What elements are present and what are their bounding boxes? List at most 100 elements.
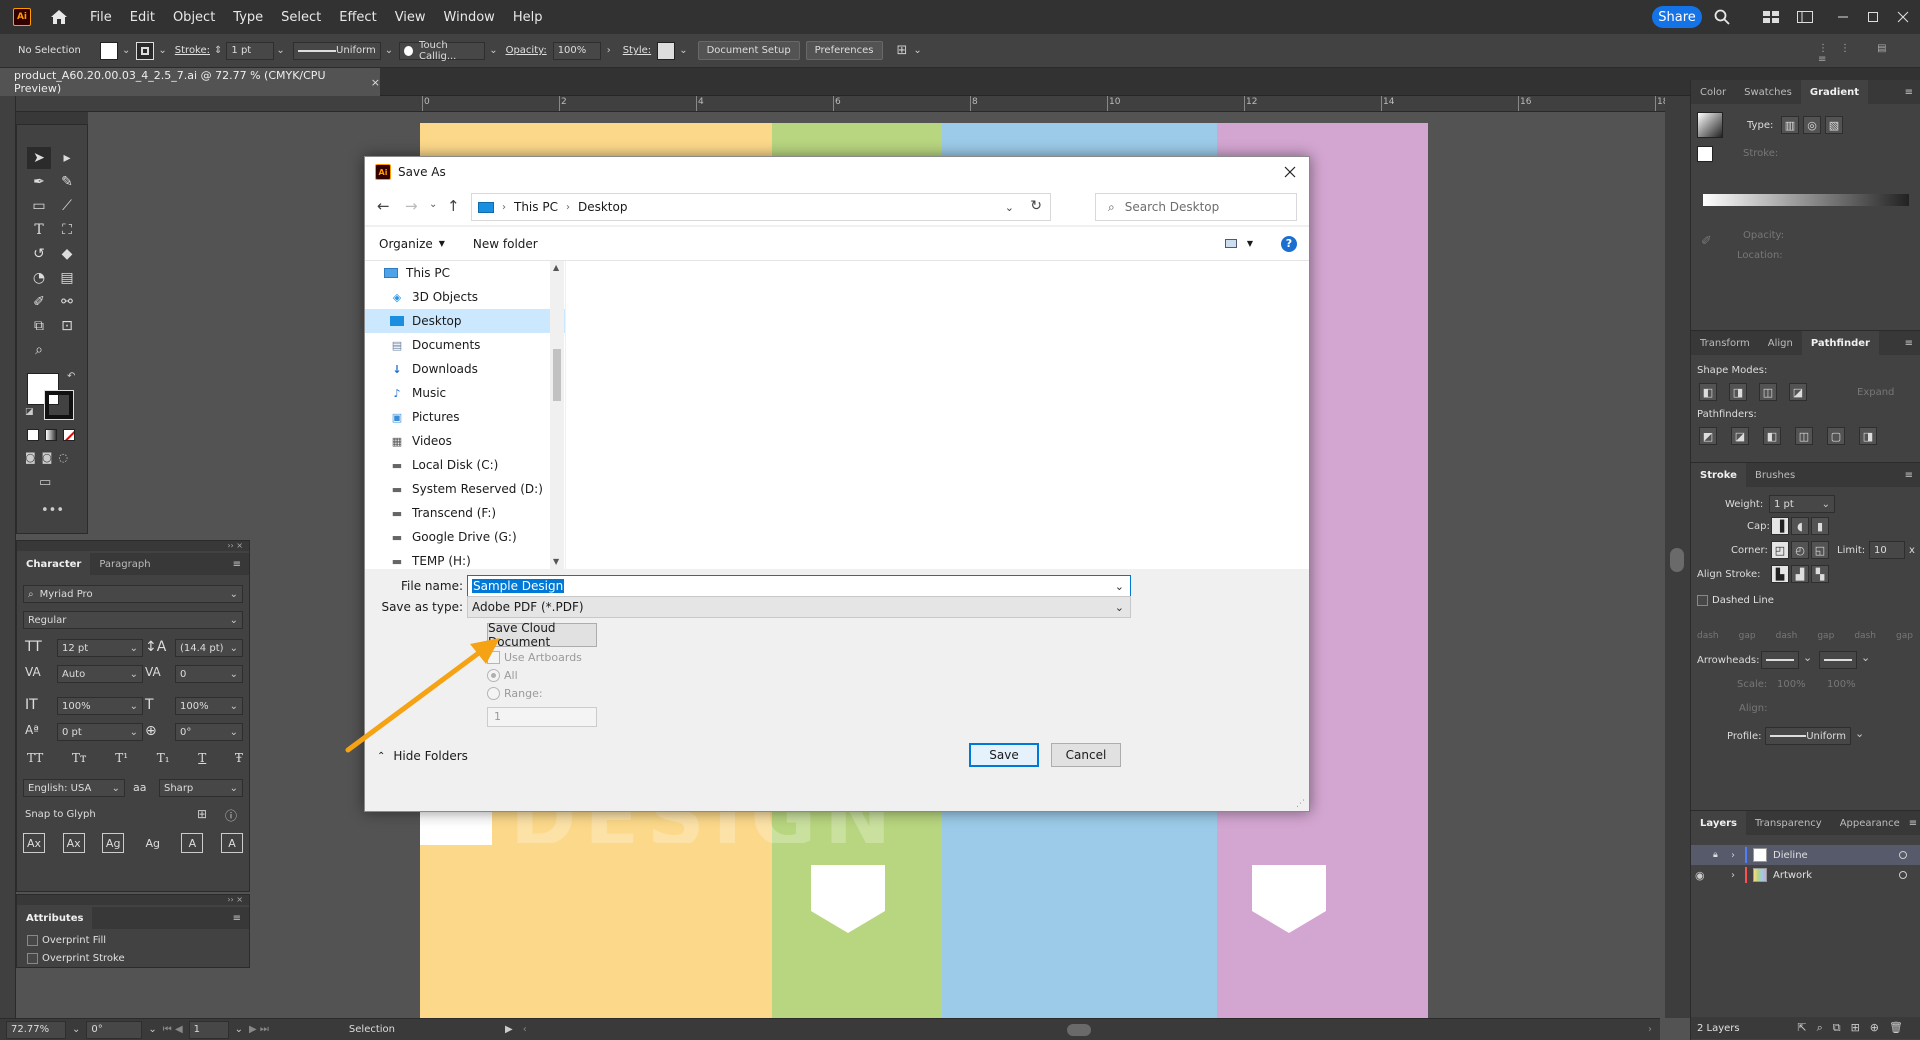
chevron-down-icon[interactable]: ⌄ xyxy=(913,45,921,56)
kerning-input[interactable]: Auto ⌄ xyxy=(57,665,143,683)
scroll-thumb[interactable] xyxy=(1670,548,1684,572)
tab-gradient[interactable]: Gradient xyxy=(1800,80,1869,104)
document-setup-button[interactable]: Document Setup xyxy=(697,41,800,60)
info-icon[interactable]: ⓘ xyxy=(225,807,237,824)
all-caps-button[interactable]: TT xyxy=(27,751,43,765)
layer-action-icons[interactable]: ⇱⌕⧉⊞⊕🗑︎ xyxy=(1797,1021,1913,1035)
scroll-left-icon[interactable]: ‹ xyxy=(523,1024,527,1035)
tab-paragraph[interactable]: Paragraph xyxy=(90,553,159,575)
menu-view[interactable]: View xyxy=(386,10,435,25)
chevron-right-icon[interactable]: › xyxy=(607,45,611,56)
nav-item-transcend-f[interactable]: ▬ Transcend (F:) xyxy=(365,501,565,525)
arrange-documents-icon[interactable] xyxy=(1762,8,1780,26)
tab-character[interactable]: Character xyxy=(17,553,91,575)
status-menu-icon[interactable]: ▶ xyxy=(505,1024,513,1035)
font-family-select[interactable]: ⌕ Myriad Pro ⌄ xyxy=(23,585,243,603)
nav-item-documents[interactable]: ▤ Documents xyxy=(365,333,565,357)
graphic-style-swatch[interactable] xyxy=(657,41,676,60)
home-icon[interactable] xyxy=(49,7,69,27)
rectangle-tool-icon[interactable]: ▭ xyxy=(27,195,51,217)
character-rotation-input[interactable]: 0° ⌄ xyxy=(175,723,243,741)
chevron-down-icon[interactable]: ⌄ xyxy=(1115,580,1124,593)
menu-window[interactable]: Window xyxy=(435,10,504,25)
fill-swatch[interactable] xyxy=(100,41,118,60)
dashed-line-row[interactable]: Dashed Line xyxy=(1697,595,1774,606)
default-colors-icon[interactable]: ◪ xyxy=(25,407,34,417)
none-mode-icon[interactable] xyxy=(63,429,75,441)
overprint-fill-checkbox[interactable] xyxy=(27,935,38,946)
stepper-icon[interactable]: ⇕ xyxy=(214,45,222,56)
refresh-icon[interactable]: ↻ xyxy=(1030,198,1042,214)
panel-menu-icon[interactable]: ≡ xyxy=(1905,80,1913,104)
tab-appearance[interactable]: Appearance xyxy=(1831,811,1909,835)
organize-button[interactable]: Organize ▼ xyxy=(379,237,445,251)
file-name-input[interactable]: Sample Design ⌄ xyxy=(467,575,1131,597)
tab-align[interactable]: Align xyxy=(1759,331,1802,355)
menu-effect[interactable]: Effect xyxy=(330,10,385,25)
stroke-swatch[interactable] xyxy=(136,41,155,60)
scroll-up-icon[interactable]: ▲ xyxy=(553,263,559,272)
shape-builder-tool-icon[interactable]: ◔ xyxy=(27,267,51,289)
up-arrow-icon[interactable]: ↑ xyxy=(447,197,460,215)
bevel-join-button[interactable]: ◱ xyxy=(1811,541,1829,559)
overprint-stroke-checkbox[interactable] xyxy=(27,953,38,964)
menu-select[interactable]: Select xyxy=(272,10,330,25)
miter-join-button[interactable]: ◰ xyxy=(1771,541,1789,559)
pen-tool-icon[interactable]: ✒ xyxy=(27,171,51,193)
tab-pathfinder[interactable]: Pathfinder xyxy=(1801,331,1879,355)
draw-mode-icons[interactable]: ◙◙◌ xyxy=(25,451,74,464)
tab-stroke[interactable]: Stroke xyxy=(1691,463,1746,487)
menu-edit[interactable]: Edit xyxy=(121,10,164,25)
share-button[interactable]: Share xyxy=(1652,6,1702,28)
snap-proximity-button[interactable]: Ag xyxy=(142,833,164,853)
chevron-down-icon[interactable]: ⌄ xyxy=(122,45,130,56)
round-cap-button[interactable]: ◖ xyxy=(1791,517,1809,535)
save-button[interactable]: Save xyxy=(969,743,1039,767)
artboard-tool-icon[interactable]: ⊡ xyxy=(55,315,79,337)
nav-item-desktop[interactable]: Desktop xyxy=(365,309,565,333)
expand-button[interactable]: Expand xyxy=(1857,387,1894,398)
target-circle-icon[interactable] xyxy=(1899,871,1907,879)
language-select[interactable]: English: USA ⌄ xyxy=(23,779,125,797)
close-icon[interactable] xyxy=(1894,8,1912,26)
strikethrough-button[interactable]: Ŧ xyxy=(235,751,243,765)
maximize-icon[interactable] xyxy=(1864,8,1882,26)
selection-tool-icon[interactable]: ➤ xyxy=(27,147,51,169)
profile-select[interactable]: Uniform xyxy=(1765,727,1851,745)
minus-back-button[interactable]: ◨ xyxy=(1859,427,1877,445)
fill-stroke-mini[interactable] xyxy=(1697,146,1713,162)
divide-button[interactable]: ◩ xyxy=(1699,427,1717,445)
panel-menu-icon[interactable]: ≡ xyxy=(233,907,241,929)
artboard-nav-next-icons[interactable]: ▶ ⏭ xyxy=(249,1024,269,1035)
target-circle-icon[interactable] xyxy=(1899,851,1907,859)
minus-front-button[interactable]: ◨ xyxy=(1729,383,1747,401)
caret-down-icon[interactable]: ▼ xyxy=(1247,239,1253,248)
tab-brushes[interactable]: Brushes xyxy=(1746,463,1804,487)
zoom-tool-icon[interactable]: ⌕ xyxy=(27,339,51,361)
snap-options-icon[interactable]: ⊞ xyxy=(197,807,207,821)
font-size-input[interactable]: 12 pt ⌄ xyxy=(57,639,143,657)
new-folder-button[interactable]: New folder xyxy=(473,237,538,251)
overprint-stroke-row[interactable]: Overprint Stroke xyxy=(27,953,125,964)
view-options-icon[interactable] xyxy=(1224,239,1237,248)
nav-item-pictures[interactable]: ▣ Pictures xyxy=(365,405,565,429)
eyedropper-tool-icon[interactable]: ✐ xyxy=(27,291,51,313)
back-arrow-icon[interactable]: ← xyxy=(377,197,390,215)
address-bar[interactable]: › This PC › Desktop ⌄ ↻ xyxy=(471,193,1051,221)
projecting-cap-button[interactable]: ▮ xyxy=(1811,517,1829,535)
free-transform-tool-icon[interactable]: ⛶ xyxy=(55,219,79,241)
help-icon[interactable]: ? xyxy=(1281,235,1297,252)
curvature-tool-icon[interactable]: ✎ xyxy=(55,171,79,193)
nav-item-this-pc[interactable]: This PC xyxy=(365,261,565,285)
weight-input[interactable]: 1 pt ⌄ xyxy=(1769,495,1835,513)
search-box[interactable]: ⌕ Search Desktop xyxy=(1095,193,1297,221)
preferences-button[interactable]: Preferences xyxy=(805,41,883,60)
unite-button[interactable]: ◧ xyxy=(1699,383,1717,401)
chevron-down-icon[interactable]: ⌄ xyxy=(679,45,687,56)
gradient-preview-swatch[interactable] xyxy=(1697,112,1723,138)
subscript-button[interactable]: T₁ xyxy=(157,751,170,765)
align-inside-button[interactable]: ▟ xyxy=(1791,565,1809,583)
gradient-tool-icon[interactable]: ▤ xyxy=(55,267,79,289)
eraser-tool-icon[interactable]: ◆ xyxy=(55,243,79,265)
scroll-down-icon[interactable]: ▼ xyxy=(553,557,559,566)
